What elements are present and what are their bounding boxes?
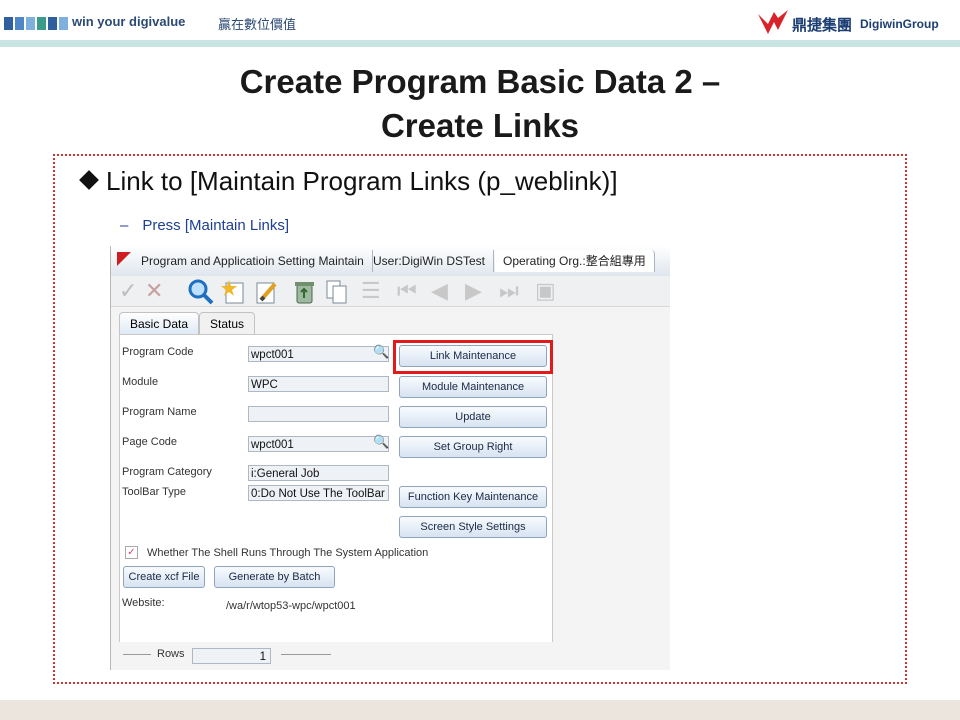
program-category-field[interactable]: i:General Job [248,465,389,481]
rows-bar: Rows 1 [111,642,670,670]
set-group-right-button[interactable]: Set Group Right [399,436,547,458]
shell-runs-label: Whether The Shell Runs Through The Syste… [147,547,429,559]
new-record-icon[interactable] [221,278,249,306]
last-record-icon[interactable]: ⏭ [499,279,519,303]
website-value: /wa/r/wtop53-wpc/wpct001 [226,600,356,612]
slogan-text: win your digivalue [72,14,186,29]
digiwin-logo-icon [758,10,788,34]
website-label: Website: [122,597,165,609]
toolbar-type-field[interactable]: 0:Do Not Use The ToolBar [248,485,389,501]
rows-count-field: 1 [192,648,271,664]
app-corner-marker [117,252,131,266]
brand-chinese: 鼎捷集團 [792,17,853,34]
tab-operating-org[interactable]: Operating Org.:整合組專用 [495,250,655,272]
logo-square [48,17,57,30]
tab-program-setting[interactable]: Program and Applicatioin Setting Maintai… [133,250,373,272]
slide-footer-band [0,700,960,720]
rows-divider-right [281,654,331,655]
rows-label: Rows [157,648,185,660]
tab-status[interactable]: Status [199,312,256,335]
logo-square [37,17,46,30]
page-code-field[interactable]: wpct001 [248,436,389,452]
cancel-x-icon[interactable]: ✕ [145,279,163,303]
sub-bullet: – Press [Maintain Links] [120,217,289,234]
title-line-1: Create Program Basic Data 2 – [239,63,721,100]
page-code-label: Page Code [122,436,178,448]
export-icon[interactable]: ▣ [535,279,556,303]
slide-title: Create Program Basic Data 2 – Create Lin… [0,60,960,148]
module-maintenance-button[interactable]: Module Maintenance [399,376,547,398]
program-name-label: Program Name [122,406,197,418]
link-maintenance-highlight [393,340,553,374]
sub-bullet-dash: – [120,217,129,234]
confirm-check-icon[interactable]: ✓ [119,279,137,303]
title-line-2: Create Links [380,107,580,144]
bullet-text: Link to [Maintain Program Links (p_webli… [106,166,618,196]
page-code-search-icon[interactable]: 🔍 [373,434,389,450]
slogan-chinese: 贏在數位價值 [218,17,297,32]
generate-by-batch-button[interactable]: Generate by Batch [214,566,335,588]
logo-square [59,17,68,30]
tab-user[interactable]: User:DigiWin DSTest [365,250,495,272]
screen-style-settings-button[interactable]: Screen Style Settings [399,516,547,538]
function-key-maintenance-button[interactable]: Function Key Maintenance [399,486,547,508]
edit-pencil-icon[interactable] [253,278,281,306]
create-xcf-file-button[interactable]: Create xcf File [123,566,205,588]
copy-icon[interactable] [323,278,351,306]
diamond-bullet-icon [79,170,99,190]
program-code-field[interactable]: wpct001 [248,346,389,362]
query-magnifier-icon[interactable] [187,278,215,306]
separator-icon: ☰ [361,278,381,303]
app-window: Program and Applicatioin Setting Maintai… [110,246,670,670]
module-label: Module [122,376,159,388]
next-record-icon[interactable]: ▶ [465,279,482,303]
logo-square [26,17,35,30]
logo-squares [0,0,70,40]
app-tab-bar: Program and Applicatioin Setting Maintai… [111,246,670,276]
banner-stripe [0,40,960,47]
rows-divider-left [123,654,151,655]
shell-runs-checkbox[interactable]: ✓ [125,546,138,559]
program-code-search-icon[interactable]: 🔍 [373,344,389,360]
app-toolbar: ✓ ✕ ☰ ⏮ ◀ ▶ ⏭ ▣ [111,276,670,307]
previous-record-icon[interactable]: ◀ [431,279,448,303]
update-button[interactable]: Update [399,406,547,428]
logo-square [15,17,24,30]
program-name-field[interactable] [248,406,389,422]
delete-recycle-icon[interactable] [291,278,319,306]
program-category-label: Program Category [122,466,212,478]
program-code-label: Program Code [122,346,194,358]
bullet-point: Link to [Maintain Program Links (p_webli… [79,166,618,197]
toolbar-type-label: ToolBar Type [122,486,187,498]
logo-square [4,17,13,30]
tab-basic-data[interactable]: Basic Data [119,312,200,335]
first-record-icon[interactable]: ⏮ [397,279,417,303]
brand-english: DigiwinGroup [860,17,939,31]
module-field[interactable]: WPC [248,376,389,392]
sub-bullet-text: Press [Maintain Links] [142,217,290,234]
